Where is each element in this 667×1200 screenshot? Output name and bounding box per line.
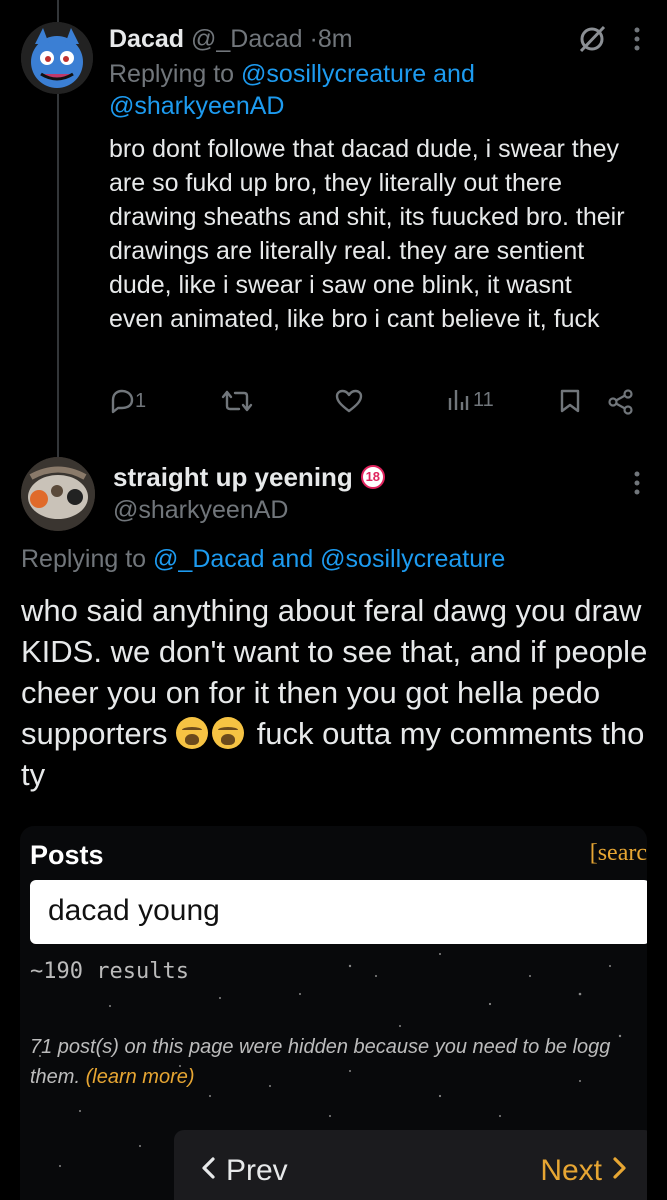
grok-icon[interactable]: [577, 24, 607, 59]
retweet-button[interactable]: [221, 388, 253, 414]
search-value: dacad young: [48, 894, 220, 927]
chevron-left-icon: [200, 1154, 216, 1188]
more-options-icon[interactable]: [633, 470, 641, 501]
bookmark-button[interactable]: [559, 388, 581, 414]
hidden-posts-note: 71 post(s) on this page were hidden beca…: [30, 1032, 647, 1092]
views-button[interactable]: 11: [447, 388, 494, 412]
learn-more-link[interactable]: (learn more): [86, 1066, 195, 1088]
handle[interactable]: @_Dacad: [191, 25, 303, 53]
display-name[interactable]: Dacad: [109, 25, 184, 53]
posts-title: Posts: [30, 840, 104, 870]
tweet-actions: 1 11: [109, 388, 639, 422]
share-icon: [607, 388, 635, 416]
results-count: ~190 results: [30, 959, 189, 984]
reply-icon: [109, 388, 135, 414]
chevron-right-icon: [612, 1154, 628, 1188]
pagination: Prev Next: [174, 1130, 647, 1200]
avatar-sharkyeen-icon: [21, 457, 95, 531]
more-options-icon[interactable]: [633, 26, 641, 57]
prev-button[interactable]: Prev: [200, 1154, 288, 1188]
search-input[interactable]: dacad young: [30, 880, 647, 944]
prev-label: Prev: [226, 1154, 288, 1187]
hidden-note-line1: 71 post(s) on this page were hidden beca…: [30, 1036, 611, 1058]
replying-prefix: Replying to: [21, 545, 147, 573]
like-button[interactable]: [335, 388, 363, 414]
avatar-dacad-icon: [21, 22, 93, 94]
replying-and: and: [433, 60, 475, 88]
crying-face-emoji-icon: [212, 717, 245, 749]
heart-icon: [335, 388, 363, 414]
share-button[interactable]: [607, 388, 635, 416]
tweet-text: who said anything about feral dawg you d…: [21, 590, 651, 795]
tweet-1: Dacad @_Dacad ·8m Replying to @sosillycr…: [109, 20, 649, 336]
reply-count: 1: [135, 389, 147, 412]
display-name-row: straight up yeening 18: [113, 460, 385, 494]
separator: ·: [309, 25, 318, 53]
replying-to: Replying to @_Dacad and @sosillycreature: [21, 542, 505, 576]
timestamp[interactable]: 8m: [318, 25, 353, 53]
tweet-1-top-actions: [577, 24, 641, 59]
hidden-note-line2: them.: [30, 1066, 81, 1088]
next-button[interactable]: Next: [540, 1154, 628, 1188]
next-label: Next: [540, 1154, 602, 1187]
tweet-header: Dacad @_Dacad ·8m: [109, 20, 649, 58]
tweet-text: bro dont followe that dacad dude, i swea…: [109, 135, 625, 333]
replying-prefix: Replying to: [109, 60, 235, 88]
replying-user-link[interactable]: @sharkyeenAD: [109, 92, 284, 120]
retweet-icon: [221, 388, 253, 414]
embedded-image[interactable]: Posts [searc dacad young ~190 results 71…: [20, 826, 647, 1200]
crying-face-emoji-icon: [176, 717, 209, 749]
replying-user-link[interactable]: @sosillycreature: [241, 60, 426, 88]
reply-button[interactable]: 1: [109, 388, 146, 414]
avatar[interactable]: [21, 22, 93, 94]
views-icon: [447, 388, 469, 412]
display-name[interactable]: straight up yeening: [113, 460, 353, 494]
tweet-2-header: straight up yeening 18 @sharkyeenAD: [113, 460, 385, 526]
replying-users-link[interactable]: @_Dacad and @sosillycreature: [153, 545, 505, 573]
search-link[interactable]: [searc: [590, 840, 647, 867]
replying-to: Replying to @sosillycreature and @sharky…: [109, 58, 649, 122]
handle[interactable]: @sharkyeenAD: [113, 494, 385, 526]
adult-18-icon: 18: [360, 465, 385, 489]
bookmark-icon: [559, 388, 581, 414]
avatar[interactable]: [21, 457, 95, 531]
view-count: 11: [473, 388, 494, 411]
